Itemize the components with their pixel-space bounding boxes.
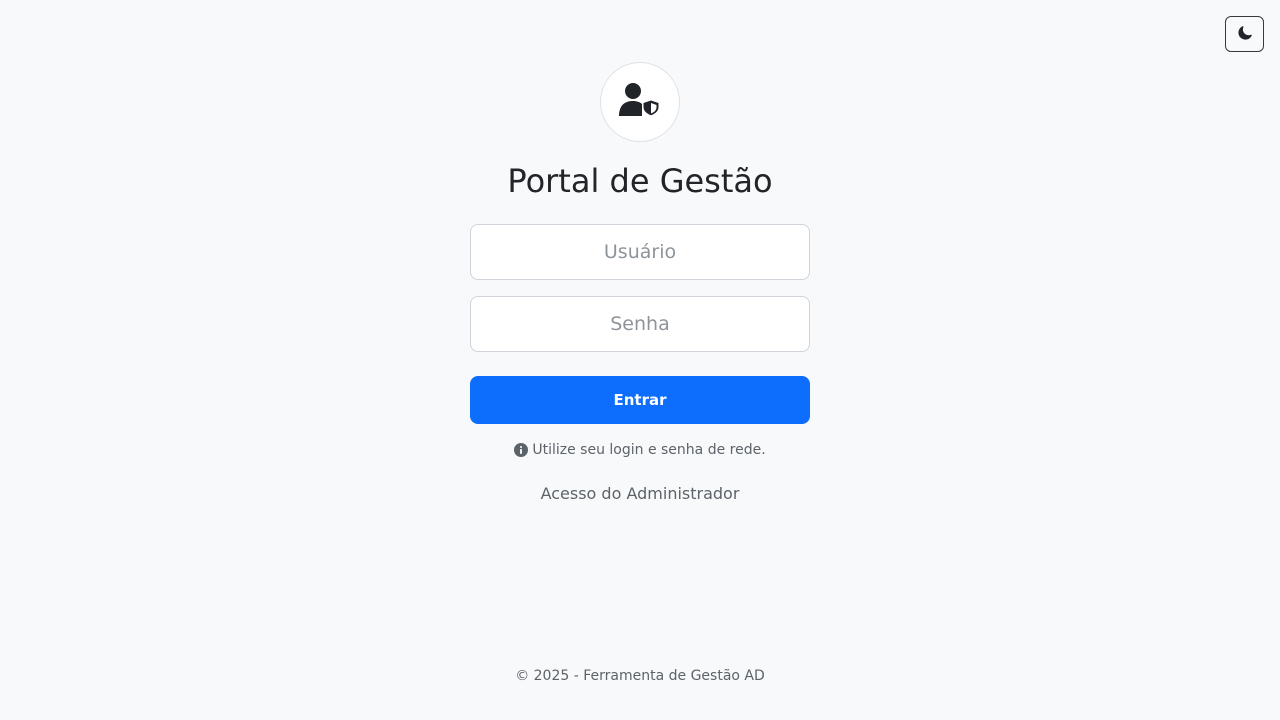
- login-button[interactable]: Entrar: [470, 376, 810, 424]
- login-hint: Utilize seu login e senha de rede.: [0, 441, 1280, 459]
- info-circle-icon: [514, 443, 529, 457]
- password-field[interactable]: [470, 296, 810, 352]
- logo: [600, 62, 680, 142]
- login-page: Portal de Gestão Entrar Utilize seu logi…: [0, 0, 1280, 720]
- theme-toggle-button[interactable]: [1225, 16, 1264, 52]
- page-title: Portal de Gestão: [507, 162, 773, 200]
- footer-copyright: © 2025 - Ferramenta de Gestão AD: [515, 668, 765, 684]
- user-shield-icon: [619, 83, 661, 121]
- moon-icon: [1237, 25, 1252, 43]
- admin-access-link[interactable]: Acesso do Administrador: [0, 484, 1280, 504]
- username-field[interactable]: [470, 224, 810, 280]
- login-hint-text: Utilize seu login e senha de rede.: [532, 442, 766, 458]
